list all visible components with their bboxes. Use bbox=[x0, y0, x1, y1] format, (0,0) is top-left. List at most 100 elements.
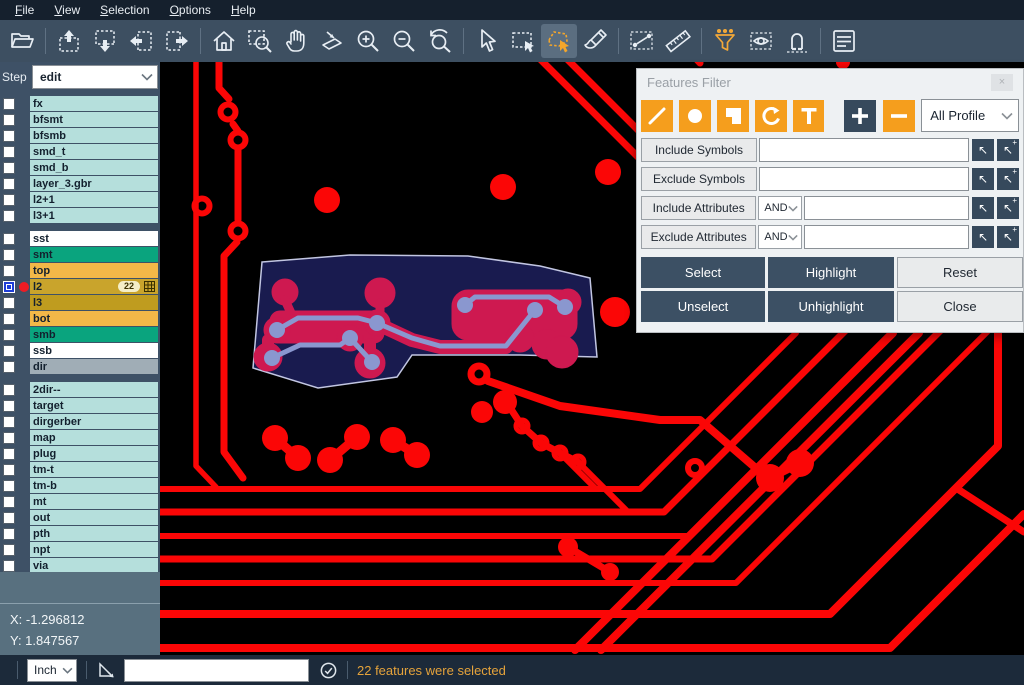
pick-add-symbol-button[interactable]: ↖+ bbox=[997, 139, 1019, 161]
zoom-in-icon[interactable] bbox=[350, 24, 386, 58]
sync-icon[interactable] bbox=[319, 661, 338, 680]
layer-row[interactable]: out bbox=[0, 510, 160, 525]
layer-row[interactable]: bfsmb bbox=[0, 128, 160, 143]
unit-dropdown[interactable]: Inch bbox=[27, 659, 77, 682]
layer-visibility-checkbox[interactable] bbox=[3, 281, 15, 293]
open-folder-icon[interactable] bbox=[4, 24, 40, 58]
layer-row[interactable]: 2dir-- bbox=[0, 382, 160, 397]
exclude-attributes-input[interactable] bbox=[804, 225, 969, 249]
unselect-button[interactable]: Unselect bbox=[641, 291, 765, 322]
close-button[interactable]: Close bbox=[897, 291, 1023, 322]
layer-visibility-checkbox[interactable] bbox=[3, 448, 15, 460]
layer-visibility-checkbox[interactable] bbox=[3, 361, 15, 373]
pick-add-attribute-button[interactable]: ↖+ bbox=[997, 197, 1019, 219]
layer-visibility-checkbox[interactable] bbox=[3, 297, 15, 309]
menu-file[interactable]: File bbox=[6, 1, 43, 19]
dialog-titlebar[interactable]: Features Filter × bbox=[637, 69, 1023, 95]
layer-visibility-checkbox[interactable] bbox=[3, 345, 15, 357]
pan-right-icon[interactable] bbox=[159, 24, 195, 58]
polygon-select-icon[interactable] bbox=[541, 24, 577, 58]
ruler-icon[interactable] bbox=[660, 24, 696, 58]
include-attributes-button[interactable]: Include Attributes bbox=[641, 196, 756, 220]
layer-row[interactable]: map bbox=[0, 430, 160, 445]
layer-row[interactable]: layer_3.gbr bbox=[0, 176, 160, 191]
home-icon[interactable] bbox=[206, 24, 242, 58]
include-attributes-input[interactable] bbox=[804, 196, 969, 220]
line-icon[interactable] bbox=[641, 100, 673, 132]
layer-visibility-checkbox[interactable] bbox=[3, 265, 15, 277]
layer-visibility-checkbox[interactable] bbox=[3, 384, 15, 396]
measure-line-icon[interactable] bbox=[624, 24, 660, 58]
arc-icon[interactable] bbox=[755, 100, 787, 132]
layer-visibility-checkbox[interactable] bbox=[3, 162, 15, 174]
layer-row[interactable]: l3 bbox=[0, 295, 160, 310]
select-button[interactable]: Select bbox=[641, 257, 765, 288]
layer-visibility-checkbox[interactable] bbox=[3, 313, 15, 325]
layer-visibility-checkbox[interactable] bbox=[3, 416, 15, 428]
pick-symbol-button[interactable]: ↖ bbox=[972, 168, 994, 190]
pick-add-attribute-button[interactable]: ↖+ bbox=[997, 226, 1019, 248]
layer-visibility-checkbox[interactable] bbox=[3, 210, 15, 222]
layer-visibility-checkbox[interactable] bbox=[3, 400, 15, 412]
text-icon[interactable] bbox=[793, 100, 825, 132]
layer-visibility-checkbox[interactable] bbox=[3, 329, 15, 341]
panel-list-icon[interactable] bbox=[826, 24, 862, 58]
pan-left-icon[interactable] bbox=[123, 24, 159, 58]
exclude-symbols-input[interactable] bbox=[759, 167, 969, 191]
layer-row[interactable]: smt bbox=[0, 247, 160, 262]
zoom-previous-icon[interactable] bbox=[422, 24, 458, 58]
layer-row[interactable]: smd_b bbox=[0, 160, 160, 175]
layer-visibility-checkbox[interactable] bbox=[3, 114, 15, 126]
layer-visibility-checkbox[interactable] bbox=[3, 464, 15, 476]
layer-row[interactable]: pth bbox=[0, 526, 160, 541]
layer-row[interactable]: top bbox=[0, 263, 160, 278]
zoom-selection-icon[interactable] bbox=[314, 24, 350, 58]
pick-attribute-button[interactable]: ↖ bbox=[972, 197, 994, 219]
menu-help[interactable]: Help bbox=[222, 1, 265, 19]
layer-visibility-checkbox[interactable] bbox=[3, 98, 15, 110]
layer-row[interactable]: l2+1 bbox=[0, 192, 160, 207]
layer-row[interactable]: l2 22 bbox=[0, 279, 160, 294]
remove-icon[interactable] bbox=[883, 100, 915, 132]
profile-dropdown[interactable]: All Profile bbox=[921, 99, 1019, 132]
selection-region[interactable] bbox=[253, 255, 597, 388]
layer-row[interactable]: fx bbox=[0, 96, 160, 111]
layer-visibility-checkbox[interactable] bbox=[3, 194, 15, 206]
layer-visibility-checkbox[interactable] bbox=[3, 233, 15, 245]
layer-row[interactable]: ssb bbox=[0, 343, 160, 358]
menu-selection[interactable]: Selection bbox=[91, 1, 158, 19]
layer-visibility-checkbox[interactable] bbox=[3, 432, 15, 444]
layer-visibility-checkbox[interactable] bbox=[3, 178, 15, 190]
reset-button[interactable]: Reset bbox=[897, 257, 1023, 288]
unhighlight-button[interactable]: Unhighlight bbox=[768, 291, 894, 322]
highlight-button[interactable]: Highlight bbox=[768, 257, 894, 288]
pick-symbol-button[interactable]: ↖ bbox=[972, 139, 994, 161]
layer-row[interactable]: tm-t bbox=[0, 462, 160, 477]
filter-funnel-icon[interactable] bbox=[707, 24, 743, 58]
include-attributes-operator[interactable]: AND bbox=[758, 196, 802, 220]
include-symbols-button[interactable]: Include Symbols bbox=[641, 138, 757, 162]
view-area-icon[interactable] bbox=[743, 24, 779, 58]
surface-icon[interactable] bbox=[717, 100, 749, 132]
layer-row[interactable]: l3+1 bbox=[0, 208, 160, 223]
layer-row[interactable]: bot bbox=[0, 311, 160, 326]
layer-row[interactable]: npt bbox=[0, 542, 160, 557]
layer-visibility-checkbox[interactable] bbox=[3, 249, 15, 261]
pan-down-icon[interactable] bbox=[87, 24, 123, 58]
layer-visibility-checkbox[interactable] bbox=[3, 528, 15, 540]
pad-icon[interactable] bbox=[679, 100, 711, 132]
grid-icon[interactable] bbox=[144, 281, 155, 292]
close-icon[interactable]: × bbox=[991, 74, 1013, 91]
layer-visibility-checkbox[interactable] bbox=[3, 496, 15, 508]
angle-snap-icon[interactable] bbox=[96, 660, 116, 680]
layer-row[interactable]: via bbox=[0, 558, 160, 573]
layer-visibility-checkbox[interactable] bbox=[3, 480, 15, 492]
layer-row[interactable]: smb bbox=[0, 327, 160, 342]
menu-view[interactable]: View bbox=[45, 1, 89, 19]
exclude-symbols-button[interactable]: Exclude Symbols bbox=[641, 167, 757, 191]
add-icon[interactable] bbox=[844, 100, 876, 132]
rectangle-select-icon[interactable] bbox=[505, 24, 541, 58]
zoom-window-icon[interactable] bbox=[242, 24, 278, 58]
layer-row[interactable]: target bbox=[0, 398, 160, 413]
layer-visibility-checkbox[interactable] bbox=[3, 146, 15, 158]
